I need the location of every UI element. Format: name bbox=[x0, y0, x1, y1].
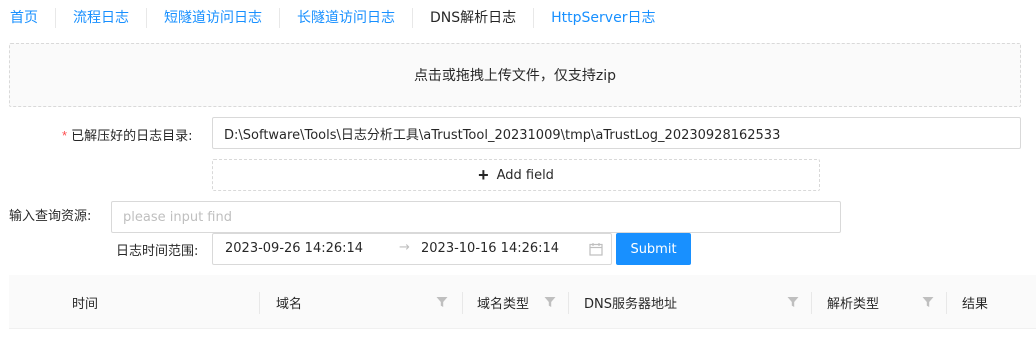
column-domain-type: 域名类型 bbox=[477, 296, 530, 312]
column-dns-server: DNS服务器地址 bbox=[584, 296, 677, 312]
column-divider bbox=[259, 292, 260, 314]
query-input[interactable]: please input find bbox=[111, 201, 841, 233]
add-field-button[interactable]: + Add field bbox=[212, 159, 820, 191]
table-header: 时间 域名 域名类型 DNS服务器地址 解析类型 结果 bbox=[9, 275, 1036, 329]
range-arrow-icon: → bbox=[399, 240, 410, 255]
add-field-label: Add field bbox=[496, 167, 554, 183]
calendar-icon bbox=[589, 242, 603, 260]
log-dir-label: * 已解压好的日志目录: bbox=[62, 128, 193, 144]
plus-icon: + bbox=[478, 165, 489, 185]
column-result: 结果 bbox=[962, 296, 989, 312]
nav-item-httpserver-log[interactable]: HttpServer日志 bbox=[534, 8, 672, 28]
time-range-label: 日志时间范围: bbox=[116, 244, 199, 259]
column-resolve-type: 解析类型 bbox=[827, 296, 880, 312]
column-divider bbox=[568, 292, 569, 314]
column-divider bbox=[462, 292, 463, 314]
column-time: 时间 bbox=[72, 296, 99, 312]
nav-item-process-log[interactable]: 流程日志 bbox=[56, 8, 147, 28]
filter-icon[interactable] bbox=[544, 296, 556, 312]
range-start[interactable]: 2023-09-26 14:26:14 bbox=[225, 241, 363, 256]
column-divider bbox=[811, 292, 812, 314]
nav-item-long-tunnel-log[interactable]: 长隧道访问日志 bbox=[280, 8, 413, 28]
log-dir-value: D:\Software\Tools\日志分析工具\aTrustTool_2023… bbox=[224, 127, 781, 143]
range-end[interactable]: 2023-10-16 14:26:14 bbox=[421, 241, 559, 256]
log-type-nav: 首页 流程日志 短隧道访问日志 长隧道访问日志 DNS解析日志 HttpServ… bbox=[0, 0, 1036, 36]
nav-item-dns-log[interactable]: DNS解析日志 bbox=[413, 8, 535, 28]
upload-dropzone[interactable]: 点击或拖拽上传文件，仅支持zip bbox=[9, 43, 1021, 107]
column-domain: 域名 bbox=[276, 296, 303, 312]
filter-icon[interactable] bbox=[436, 296, 448, 312]
filter-icon[interactable] bbox=[922, 296, 934, 312]
query-placeholder: please input find bbox=[123, 209, 232, 225]
time-range-picker[interactable]: 2023-09-26 14:26:14 → 2023-10-16 14:26:1… bbox=[212, 233, 612, 265]
filter-icon[interactable] bbox=[787, 296, 799, 312]
submit-button[interactable]: Submit bbox=[616, 233, 691, 265]
column-divider bbox=[946, 292, 947, 314]
nav-item-short-tunnel-log[interactable]: 短隧道访问日志 bbox=[147, 8, 280, 28]
required-mark: * bbox=[62, 128, 68, 143]
log-dir-input[interactable]: D:\Software\Tools\日志分析工具\aTrustTool_2023… bbox=[212, 117, 1021, 149]
upload-hint: 点击或拖拽上传文件，仅支持zip bbox=[413, 68, 617, 84]
query-label: 输入查询资源: bbox=[9, 209, 92, 224]
nav-item-home[interactable]: 首页 bbox=[0, 8, 56, 28]
